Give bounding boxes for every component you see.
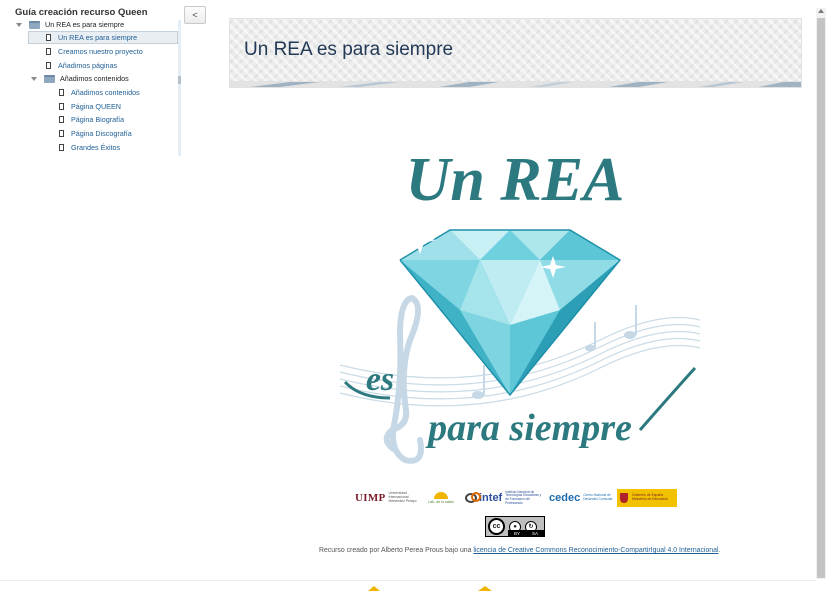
toc-item-label: Añadimos contenidos [60,74,129,83]
cc-labels: BY SA [508,530,544,536]
toc-folder-un-rea[interactable]: Un REA es para siempre [16,18,124,31]
toc-item-label: Un REA es para siempre [58,33,138,42]
illustration-title-es: es [366,361,394,398]
toc-item-label: Creamos nuestro proyecto [58,47,143,56]
page-icon [46,34,51,41]
toc-item-label: Grandes Éxitos [71,143,121,152]
gobierno-logo[interactable]: Gobierno de España Ministerio de Educaci… [617,489,677,507]
partner-logos: UIMP Universidad Internacional Menéndez … [355,489,677,507]
folder-icon [29,20,40,29]
sun-icon [434,492,448,499]
uimp-logo-subtext: Universidad Internacional Menéndez Pelay… [388,491,417,503]
credit-line: Recurso creado por Alberto Perea Prous b… [200,547,830,559]
toc-scrollbar[interactable] [178,20,181,156]
toc-item-label: Añadimos contenidos [71,88,140,97]
toc-item-discografia[interactable]: Página Discografía [59,127,132,140]
collapse-toc-button[interactable]: < [184,6,206,24]
page-icon [59,103,64,110]
footer-divider [0,580,816,581]
folder-icon [44,74,55,83]
license-link[interactable]: licencia de Creative Commons Reconocimie… [473,547,718,554]
chevron-down-icon[interactable] [31,76,37,81]
toc-item-label: Página Biografía [71,115,125,124]
toc-item-un-rea-page[interactable]: Un REA es para siempre [28,31,178,44]
page-icon [59,130,64,137]
toc-sidebar: Guía creación recurso Queen Un REA es pa… [8,4,182,156]
uimp-logo-text: UIMP [355,492,386,504]
cedec-logo-subtext: Centro Nacional de Desarrollo Curricular [583,493,613,501]
intef-rings-icon [465,492,481,503]
cc-icon: cc [488,518,505,535]
illustration-title-para-siempre: para siempre [425,407,632,449]
toc-item-contenidos[interactable]: Añadimos contenidos [59,86,140,99]
intef-logo-text: intef [479,492,503,504]
credit-prefix: Recurso creado por Alberto Perea Prous b… [319,547,474,554]
chevron-down-icon[interactable] [16,22,22,27]
toc-title: Guía creación recurso Queen [15,7,148,18]
page-icon [46,62,51,69]
page-scrollbar[interactable] [816,8,826,579]
toc-item-label: Un REA es para siempre [45,20,125,29]
page-header: Un REA es para siempre [229,18,802,88]
page-icon [46,48,51,55]
toc-item-biografia[interactable]: Página Biografía [59,113,124,126]
page-icon [59,89,64,96]
intef-logo-subtext: Instituto Nacional de Tecnologías Educat… [505,489,542,505]
cc-by-label: BY [513,530,520,536]
diamond-icon [399,229,622,397]
toc-item-label: Página Discografía [71,129,132,138]
footer-logos-partial [368,586,492,591]
toc-folder-contenidos[interactable]: Añadimos contenidos [31,72,129,85]
page-icon [59,116,64,123]
cc-sa-label: SA [531,530,538,536]
uimp-logo[interactable]: UIMP Universidad Internacional Menéndez … [355,489,423,507]
lab-logo-text: Lab. de lo sabio [428,500,454,504]
rea-illustration: Un REA es para siempre [339,146,701,464]
toc-scrollbar-thumb[interactable] [178,76,181,84]
scroll-up-icon[interactable] [818,9,824,13]
cedec-logo[interactable]: cedec Centro Nacional de Desarrollo Curr… [549,489,615,507]
credit-suffix: . [718,547,721,554]
coat-of-arms-icon [620,493,628,503]
toc-item-grandes-exitos[interactable]: Grandes Éxitos [59,141,120,154]
lab-logo[interactable]: Lab. de lo sabio [425,489,457,507]
intef-logo[interactable]: intef Instituto Nacional de Tecnologías … [465,489,541,507]
toc-item-label: Añadimos páginas [58,61,118,70]
illustration-title-top: Un REA [406,146,625,214]
creative-commons-badge[interactable]: cc ● ↻ BY SA [485,516,545,537]
header-stripe [230,81,801,87]
page-icon [59,144,64,151]
toc-item-label: Página QUEEN [71,102,121,111]
toc-item-creamos[interactable]: Creamos nuestro proyecto [46,45,143,58]
page-title: Un REA es para siempre [244,39,454,60]
page-scrollbar-thumb[interactable] [817,18,825,578]
cedec-logo-text: cedec [549,492,581,504]
toc-item-queen[interactable]: Página QUEEN [59,100,121,113]
gobierno-logo-subtext: Gobierno de España Ministerio de Educaci… [632,493,668,501]
toc-item-paginas[interactable]: Añadimos páginas [46,59,117,72]
